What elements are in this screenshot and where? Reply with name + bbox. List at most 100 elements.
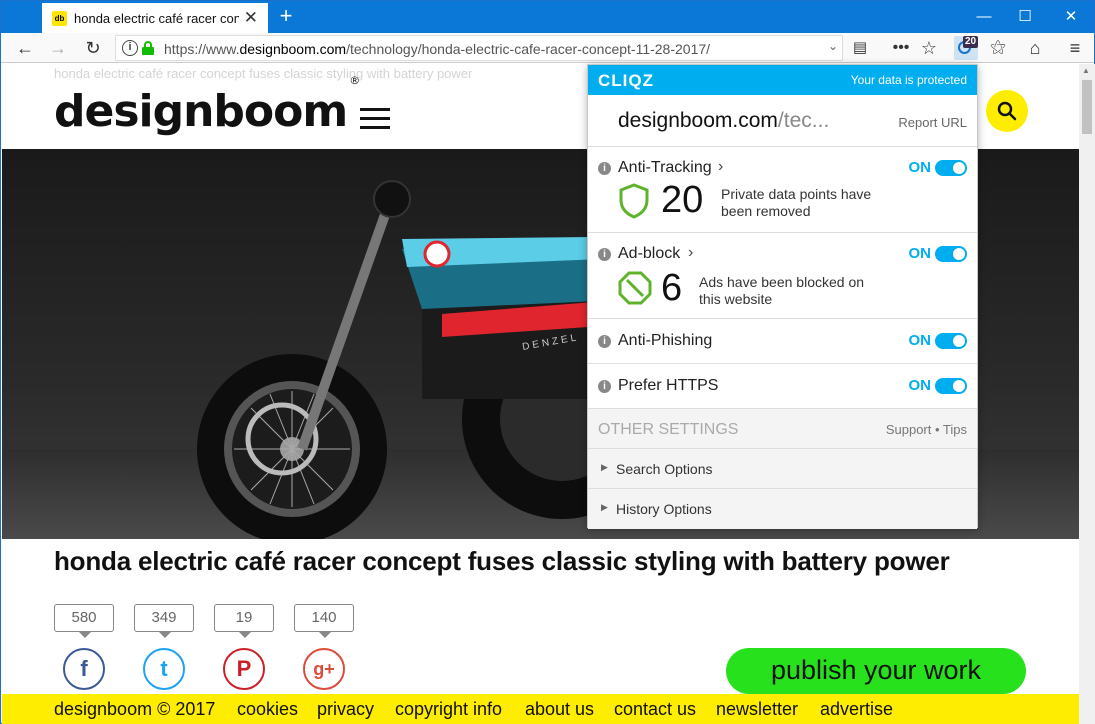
tracking-count: 20 (661, 179, 704, 221)
maximize-icon[interactable]: ☐ (1015, 7, 1035, 27)
ads-blocked-description: Ads have been blocked on this website (699, 274, 865, 307)
block-icon (618, 271, 652, 305)
share-facebook[interactable]: 580 f (54, 604, 114, 690)
designboom-favicon-icon: db (52, 10, 67, 26)
reload-icon[interactable]: ↻ (83, 38, 103, 58)
search-options-row[interactable]: ▶ Search Options (588, 449, 977, 489)
search-icon (997, 101, 1017, 121)
site-menu-icon[interactable] (360, 108, 390, 130)
expand-arrow-icon: ▶ (601, 502, 608, 512)
share-google-plus[interactable]: 140 g+ (294, 604, 354, 690)
anti-phishing-label: Anti-Phishing (618, 332, 713, 349)
site-info-icon[interactable]: i (122, 40, 138, 56)
minimize-icon[interactable]: — (974, 7, 994, 27)
page-ghost-title: honda electric café racer concept fuses … (54, 66, 473, 81)
scroll-thumb[interactable] (1082, 80, 1092, 134)
current-domain: designboom.com/tec... (618, 109, 830, 132)
tab-close-icon[interactable]: ✕ (244, 9, 258, 27)
anti-tracking-info-icon[interactable]: i (598, 162, 611, 175)
share-count: 140 (294, 604, 354, 638)
pinterest-icon[interactable]: P (223, 648, 265, 690)
ad-block-info-icon[interactable]: i (598, 248, 611, 261)
cliqz-popup: CLIQZ Your data is protected designboom.… (587, 64, 978, 529)
footer-link-about-us[interactable]: about us (525, 699, 594, 720)
page-actions-icon[interactable]: ••• (891, 38, 911, 58)
site-footer: designboom © 2017 cookies privacy copyri… (2, 694, 1079, 724)
cliqz-badge: 20 (963, 36, 979, 48)
footer-link-cookies[interactable]: cookies (237, 699, 298, 720)
anti-tracking-toggle[interactable] (935, 160, 967, 176)
tab-title: honda electric café racer concept fuses … (74, 10, 239, 26)
prefer-https-info-icon[interactable]: i (598, 380, 611, 393)
prefer-https-section: i Prefer HTTPS ON (588, 364, 977, 409)
title-bar: db honda electric café racer concept fus… (1, 1, 1094, 33)
prefer-https-label: Prefer HTTPS (618, 377, 719, 394)
tracking-description: Private data points have been removed (721, 186, 872, 219)
anti-phishing-toggle[interactable] (935, 333, 967, 349)
browser-window: db honda electric café racer concept fus… (0, 0, 1095, 724)
expand-arrow-icon: ▶ (601, 462, 608, 472)
site-search-button[interactable] (986, 90, 1028, 132)
anti-phishing-state: ON (908, 332, 932, 349)
history-options-label: History Options (616, 501, 712, 517)
share-twitter[interactable]: 349 t (134, 604, 194, 690)
footer-link-contact-us[interactable]: contact us (614, 699, 696, 720)
back-arrow-icon[interactable]: ← (15, 38, 35, 58)
footer-copyright: designboom © 2017 (54, 699, 216, 719)
data-protected-text: Your data is protected (850, 73, 967, 87)
share-pinterest[interactable]: 19 P (214, 604, 274, 690)
footer-link-advertise[interactable]: advertise (820, 699, 893, 720)
ad-block-chevron-icon[interactable]: › (688, 244, 693, 262)
twitter-icon[interactable]: t (143, 648, 185, 690)
google-plus-icon[interactable]: g+ (303, 648, 345, 690)
ad-block-toggle[interactable] (935, 246, 967, 262)
share-count: 580 (54, 604, 114, 638)
support-tips-links[interactable]: Support • Tips (886, 422, 967, 437)
navigation-bar: ← → ↻ i https://www.designboom.com/techn… (1, 33, 1094, 63)
search-options-label: Search Options (616, 461, 713, 477)
designboom-logo[interactable]: designboom® (54, 74, 360, 137)
reader-view-icon[interactable]: ▤ (850, 38, 870, 58)
ad-block-label[interactable]: Ad-block (618, 245, 680, 263)
facebook-icon[interactable]: f (63, 648, 105, 690)
library-icon[interactable]: ⚝ (988, 38, 1008, 58)
bookmark-star-icon[interactable]: ☆ (919, 38, 939, 58)
prefer-https-state: ON (908, 377, 932, 394)
ad-block-section: i Ad-block › ON 6 Ads have been blocked … (588, 233, 977, 319)
active-tab[interactable]: db honda electric café racer concept fus… (42, 3, 268, 33)
home-icon[interactable]: ⌂ (1025, 38, 1045, 58)
popup-header: CLIQZ Your data is protected (588, 65, 977, 95)
new-tab-button[interactable]: + (275, 5, 297, 27)
other-settings-label: OTHER SETTINGS (598, 421, 739, 438)
url-bar[interactable]: i https://www.designboom.com/technology/… (115, 35, 843, 61)
url-text[interactable]: https://www.designboom.com/technology/ho… (164, 41, 710, 57)
ads-blocked-count: 6 (661, 267, 683, 309)
forward-arrow-icon[interactable]: → (48, 38, 68, 58)
publish-your-work-button[interactable]: publish your work (726, 648, 1026, 694)
anti-tracking-label[interactable]: Anti-Tracking (618, 159, 712, 177)
anti-phishing-info-icon[interactable]: i (598, 335, 611, 348)
page-scrollbar[interactable]: ▲ (1079, 64, 1095, 724)
shield-icon (619, 183, 649, 219)
anti-tracking-section: i Anti-Tracking › ON 20 Private data poi… (588, 147, 977, 233)
footer-link-newsletter[interactable]: newsletter (716, 699, 798, 720)
report-url-link[interactable]: Report URL (898, 115, 967, 130)
share-count: 19 (214, 604, 274, 638)
scroll-up-arrow-icon[interactable]: ▲ (1082, 66, 1090, 75)
prefer-https-toggle[interactable] (935, 378, 967, 394)
window-close-icon[interactable]: ✕ (1061, 7, 1081, 27)
footer-link-copyright-info[interactable]: copyright info (395, 699, 502, 720)
anti-phishing-section: i Anti-Phishing ON (588, 319, 977, 364)
anti-tracking-chevron-icon[interactable]: › (718, 158, 723, 176)
cliqz-extension-button[interactable]: 20 (954, 36, 979, 60)
menu-icon[interactable]: ≡ (1065, 38, 1085, 58)
popup-domain-row: designboom.com/tec... Report URL (588, 95, 977, 147)
url-dropdown-chevron-icon[interactable]: ⌄ (828, 39, 838, 53)
anti-tracking-state: ON (908, 159, 932, 176)
footer-link-privacy[interactable]: privacy (317, 699, 374, 720)
other-settings-header: OTHER SETTINGS Support • Tips (588, 409, 977, 449)
article-headline: honda electric café racer concept fuses … (54, 546, 950, 576)
lock-icon (142, 41, 154, 55)
share-count: 349 (134, 604, 194, 638)
history-options-row[interactable]: ▶ History Options (588, 489, 977, 529)
